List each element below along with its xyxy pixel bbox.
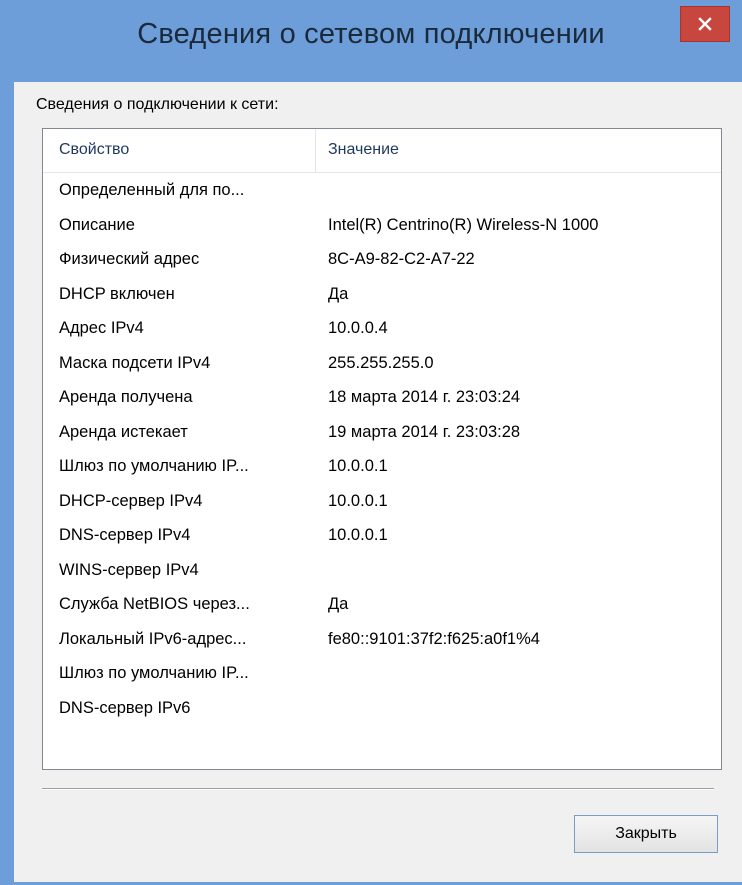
list-item[interactable]: Адрес IPv4 10.0.0.4 [43,311,721,346]
close-window-button[interactable] [680,6,730,42]
column-header-property[interactable]: Свойство [59,141,129,159]
list-item[interactable]: Аренда истекает 19 марта 2014 г. 23:03:28 [43,415,721,450]
property-value: 255.255.255.0 [328,353,434,372]
property-name: DHCP включен [59,284,175,303]
property-value: 10.0.0.1 [328,457,388,475]
window-title: Сведения о сетевом подключении [137,18,605,50]
close-icon [698,17,712,31]
property-name: DNS-сервер IPv6 [59,698,191,717]
connection-details-list[interactable]: Свойство Значение Определенный для по...… [42,128,722,770]
list-item[interactable]: Маска подсети IPv4 255.255.255.0 [43,346,721,381]
window-left-border [0,82,14,885]
property-value: 10.0.0.4 [328,319,388,337]
close-button[interactable]: Закрыть [574,815,718,853]
property-name: Шлюз по умолчанию IP... [59,457,249,475]
property-value: fe80::9101:37f2:f625:a0f1%4 [328,629,540,648]
title-bar[interactable]: Сведения о сетевом подключении [0,0,742,82]
list-item[interactable]: DNS-сервер IPv6 [43,691,721,726]
property-name: Шлюз по умолчанию IP... [59,664,249,682]
property-value: Intel(R) Centrino(R) Wireless-N 1000 [328,215,599,234]
list-header: Свойство Значение [43,129,721,173]
property-name: Аренда истекает [59,422,188,441]
dialog-client-area: Сведения о подключении к сети: Свойство … [14,82,742,882]
property-value: Да [328,595,349,613]
list-item[interactable]: Шлюз по умолчанию IP... [43,656,721,691]
column-header-value[interactable]: Значение [328,141,399,159]
property-value: 10.0.0.1 [328,491,388,510]
list-item[interactable]: Локальный IPv6-адрес... fe80::9101:37f2:f… [43,622,721,657]
property-name: Служба NetBIOS через... [59,595,250,613]
list-rows: Определенный для по... Описание Intel(R) C… [43,173,721,725]
property-value: 19 марта 2014 г. 23:03:28 [328,422,521,441]
property-name: Описание [59,215,135,234]
list-item[interactable]: DNS-сервер IPv4 10.0.0.1 [43,518,721,553]
property-name: Определенный для по... [59,181,245,199]
property-value: 18 марта 2014 г. 23:03:24 [328,388,521,406]
divider-highlight [42,789,714,790]
list-item[interactable]: WINS-сервер IPv4 [43,553,721,588]
property-name: Маска подсети IPv4 [59,353,211,372]
list-item[interactable]: Аренда получена 18 марта 2014 г. 23:03:24 [43,380,721,415]
list-item[interactable]: DHCP-сервер IPv4 10.0.0.1 [43,484,721,519]
property-name: Локальный IPv6-адрес... [59,629,247,648]
dialog-window: Сведения о сетевом подключении Сведения … [0,0,742,885]
property-name: Адрес IPv4 [59,319,144,337]
list-item[interactable]: Определенный для по... [43,173,721,208]
list-item[interactable]: Описание Intel(R) Centrino(R) Wireless-N … [43,208,721,243]
section-label: Сведения о подключении к сети: [36,96,279,113]
list-item[interactable]: Физический адрес 8C-A9-82-C2-A7-22 [43,242,721,277]
column-separator[interactable] [315,129,316,173]
list-item[interactable]: DHCP включен Да [43,277,721,312]
property-name: DHCP-сервер IPv4 [59,491,203,510]
property-name: WINS-сервер IPv4 [59,560,199,579]
list-item[interactable]: Шлюз по умолчанию IP... 10.0.0.1 [43,449,721,484]
property-name: Физический адрес [59,250,200,268]
property-name: Аренда получена [59,388,193,406]
property-value: Да [328,284,349,303]
property-value: 8C-A9-82-C2-A7-22 [328,250,475,268]
list-item[interactable]: Служба NetBIOS через... Да [43,587,721,622]
property-name: DNS-сервер IPv4 [59,526,191,544]
property-value: 10.0.0.1 [328,526,388,544]
